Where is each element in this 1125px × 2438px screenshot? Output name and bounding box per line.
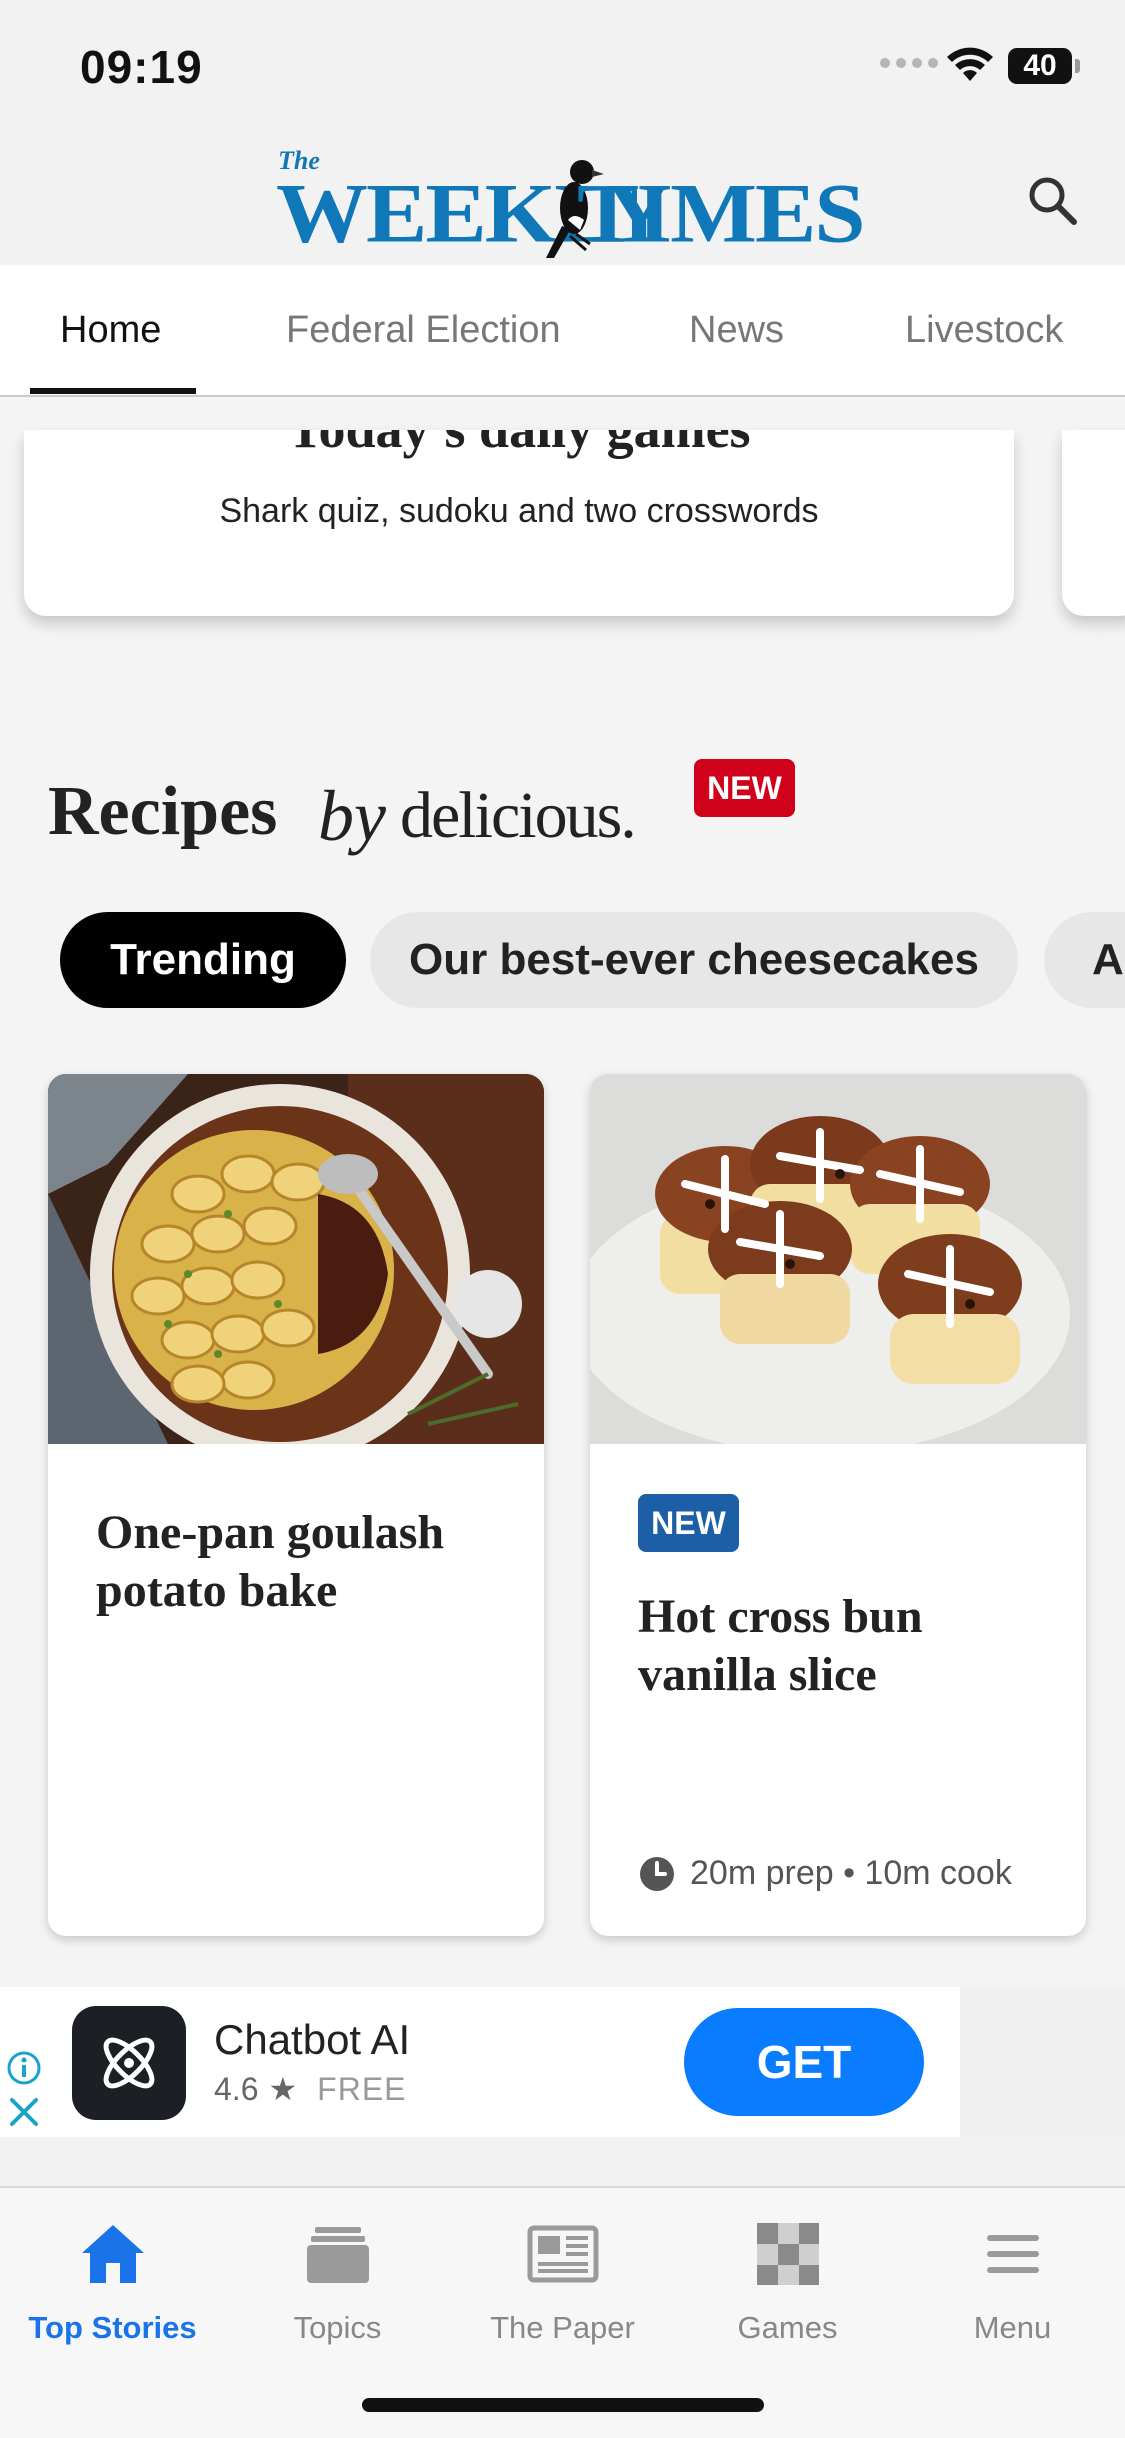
- games-card-subtitle: Shark quiz, sudoku and two crosswords: [219, 492, 819, 530]
- delicious-brand: delicious.: [400, 779, 637, 852]
- ad-close-icon[interactable]: [8, 2096, 40, 2128]
- recipe-title-line: vanilla slice: [638, 1648, 877, 1701]
- recipe-filter-chips: Trending Our best-ever cheesecakes Au: [0, 912, 1125, 1008]
- recipe-title-line: potato bake: [96, 1564, 338, 1617]
- ad-info-icon[interactable]: [6, 2050, 42, 2086]
- recipe-time-text: 20m prep • 10m cook: [690, 1854, 1012, 1892]
- section-tabs: Home Federal Election News Livestock: [0, 265, 1125, 397]
- recipes-heading: Recipes: [48, 773, 278, 850]
- search-icon: [1029, 177, 1077, 225]
- clock-icon: [640, 1856, 674, 1891]
- recipe-title-line: One-pan goulash: [96, 1506, 445, 1559]
- nav-top-stories[interactable]: Top Stories: [0, 2212, 225, 2362]
- recipes-by: by: [318, 776, 386, 856]
- nav-label: Menu: [973, 2310, 1052, 2345]
- ad-price: FREE: [317, 2070, 407, 2107]
- status-time: 09:19: [80, 41, 203, 93]
- newspaper-icon: [527, 2225, 598, 2283]
- nav-label: Games: [737, 2310, 838, 2345]
- weekly-times-logo[interactable]: The WEEKLY TIMES: [272, 140, 866, 260]
- new-badge: NEW: [694, 759, 795, 817]
- topics-icon: [306, 2227, 369, 2283]
- nav-games[interactable]: Games: [675, 2212, 900, 2362]
- recipe-title: Hot cross bun vanilla slice: [638, 1588, 1058, 1704]
- next-carousel-card[interactable]: [1062, 430, 1125, 616]
- chip-next[interactable]: Au: [1044, 912, 1125, 1008]
- chip-best-ever-cheesecakes[interactable]: Our best-ever cheesecakes: [370, 912, 1018, 1008]
- ad-rating-value: 4.6: [214, 2070, 259, 2107]
- nav-label: Top Stories: [28, 2310, 197, 2345]
- ad-rating: 4.6 ★ FREE: [214, 2070, 407, 2108]
- logo-word-times: TIMES: [577, 165, 866, 260]
- games-card-title: Today's daily games: [24, 430, 1014, 460]
- checkerboard-icon: [756, 2223, 819, 2285]
- chatbot-app-icon[interactable]: [72, 2006, 186, 2120]
- tab-federal-election[interactable]: Federal Election: [286, 265, 561, 395]
- nav-menu[interactable]: Menu: [900, 2212, 1125, 2362]
- recipe-title: One-pan goulash potato bake: [96, 1504, 516, 1620]
- new-badge: NEW: [638, 1494, 739, 1552]
- goulash-potato-bake-photo: [48, 1074, 544, 1444]
- ad-get-button[interactable]: GET: [684, 2008, 924, 2116]
- battery-icon: 40: [1008, 48, 1080, 84]
- tab-home[interactable]: Home: [60, 265, 161, 395]
- recipe-title-line: Hot cross bun: [638, 1590, 923, 1643]
- hamburger-menu-icon: [986, 2235, 1039, 2273]
- ad-app-name: Chatbot AI: [214, 2016, 411, 2063]
- nav-label: Topics: [293, 2310, 382, 2345]
- nav-label: The Paper: [490, 2310, 635, 2345]
- wifi-icon: [947, 47, 993, 81]
- status-bar: 09:19 40: [0, 0, 1125, 130]
- recipe-card[interactable]: One-pan goulash potato bake: [48, 1074, 544, 1936]
- ad-filler: [960, 1987, 1125, 2137]
- recipe-card[interactable]: NEW Hot cross bun vanilla slice 20m prep…: [590, 1074, 1086, 1936]
- tab-news[interactable]: News: [689, 265, 784, 395]
- home-icon: [81, 2225, 144, 2283]
- active-tab-indicator: [30, 388, 196, 394]
- atom-icon: [103, 2037, 155, 2089]
- nav-topics[interactable]: Topics: [225, 2212, 450, 2362]
- nav-the-paper[interactable]: The Paper: [450, 2212, 675, 2362]
- star-icon: ★: [268, 2071, 298, 2107]
- tab-livestock[interactable]: Livestock: [905, 265, 1063, 395]
- search-button[interactable]: [1022, 170, 1082, 230]
- app-header: The WEEKLY TIMES: [0, 130, 1125, 265]
- home-indicator[interactable]: [362, 2398, 764, 2412]
- recipe-time-meta: 20m prep • 10m cook: [638, 1854, 1012, 1893]
- cellular-signal-icon: [880, 58, 938, 68]
- hot-cross-bun-slice-photo: [590, 1074, 1086, 1444]
- chip-trending[interactable]: Trending: [60, 912, 346, 1008]
- daily-games-card[interactable]: Today's daily games Shark quiz, sudoku a…: [24, 430, 1014, 616]
